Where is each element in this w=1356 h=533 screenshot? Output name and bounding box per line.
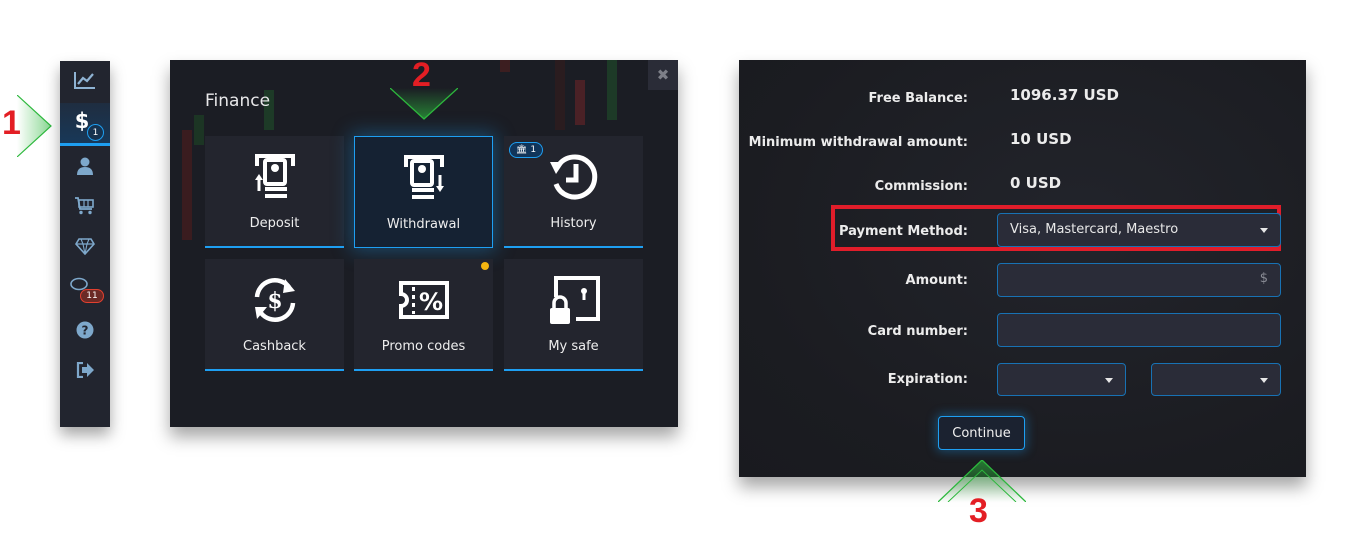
diamond-icon [75, 237, 95, 255]
sidebar-item-chat[interactable]: 11 [60, 269, 110, 307]
tile-label: Cashback [243, 339, 306, 354]
sidebar-item-trading[interactable] [60, 61, 110, 99]
step-2-number: 2 [412, 56, 431, 94]
bg-candle [500, 60, 510, 72]
logout-icon [76, 362, 94, 378]
tile-label: Withdrawal [386, 217, 461, 232]
payment-method-label: Payment Method: [838, 224, 968, 239]
safe-icon [549, 276, 600, 324]
history-icon [549, 154, 597, 200]
bg-candle [555, 60, 565, 130]
svg-text:?: ? [82, 324, 89, 338]
withdrawal-icon [403, 155, 444, 199]
min-withdrawal-value: 10 USD [1010, 130, 1072, 148]
step-1-arrow-icon [17, 95, 52, 157]
amount-label: Amount: [905, 273, 968, 288]
continue-button[interactable]: Continue [938, 416, 1025, 450]
svg-text:$: $ [267, 288, 282, 314]
finance-title: Finance [205, 91, 271, 111]
bg-candle [575, 80, 585, 125]
commission-label: Commission: [874, 179, 968, 194]
payment-method-value: Visa, Mastercard, Maestro [1010, 222, 1179, 237]
close-button[interactable]: ✖ [648, 60, 678, 90]
promo-icon: % [398, 281, 449, 319]
close-icon: ✖ [656, 66, 670, 84]
free-balance-label: Free Balance: [868, 91, 968, 106]
currency-icon: $ [1259, 271, 1268, 286]
svg-text:%: % [418, 288, 442, 316]
help-icon: ? [76, 321, 94, 339]
sidebar-item-market[interactable] [60, 187, 110, 225]
cart-icon [75, 197, 94, 215]
bg-candle [194, 115, 204, 145]
chevron-down-icon [1260, 228, 1268, 233]
free-balance-value: 1096.37 USD [1010, 86, 1119, 104]
payment-method-select[interactable]: Visa, Mastercard, Maestro [997, 213, 1281, 247]
withdrawal-form: Free Balance: 1096.37 USD Minimum withdr… [739, 60, 1306, 477]
user-icon [77, 157, 93, 175]
amount-input[interactable]: $ [997, 263, 1281, 297]
sidebar-item-finance[interactable]: $ 1 [60, 103, 110, 146]
sidebar-item-logout[interactable] [60, 351, 110, 389]
tile-cashback[interactable]: $ Cashback [205, 259, 344, 371]
bg-candle [182, 130, 192, 240]
promo-notification-dot [481, 262, 489, 270]
tile-promo-codes[interactable]: % Promo codes [354, 259, 493, 371]
tile-my-safe[interactable]: My safe [504, 259, 643, 371]
min-withdrawal-label: Minimum withdrawal amount: [748, 135, 968, 150]
commission-value: 0 USD [1010, 174, 1062, 192]
step-3-number: 3 [969, 492, 988, 530]
expiration-month-select[interactable] [997, 363, 1126, 396]
history-badge: 🏛 1 [509, 142, 543, 158]
tile-label: My safe [548, 339, 599, 354]
tile-label: Promo codes [381, 339, 466, 354]
deposit-icon [254, 154, 295, 198]
chart-icon [74, 72, 95, 89]
expiration-label: Expiration: [887, 372, 968, 387]
tile-deposit[interactable]: Deposit [205, 136, 344, 248]
sidebar-item-profile[interactable] [60, 147, 110, 185]
cashback-icon: $ [254, 278, 295, 322]
sidebar-item-help[interactable]: ? [60, 311, 110, 349]
bg-candle [607, 60, 617, 120]
card-number-label: Card number: [867, 324, 968, 339]
finance-badge: 1 [87, 124, 104, 141]
sidebar: $ 1 11 ? [60, 61, 110, 427]
chevron-down-icon [1105, 378, 1113, 383]
chevron-down-icon [1260, 378, 1268, 383]
sidebar-item-achievements[interactable] [60, 227, 110, 265]
tile-label: History [550, 216, 597, 231]
card-number-input[interactable] [997, 313, 1281, 347]
step-2-arrow-icon [390, 88, 458, 120]
tile-withdrawal[interactable]: Withdrawal [354, 136, 493, 248]
expiration-year-select[interactable] [1151, 363, 1281, 396]
bank-icon: 🏛 [515, 145, 528, 155]
tile-label: Deposit [249, 216, 300, 231]
chat-badge: 11 [80, 289, 104, 303]
